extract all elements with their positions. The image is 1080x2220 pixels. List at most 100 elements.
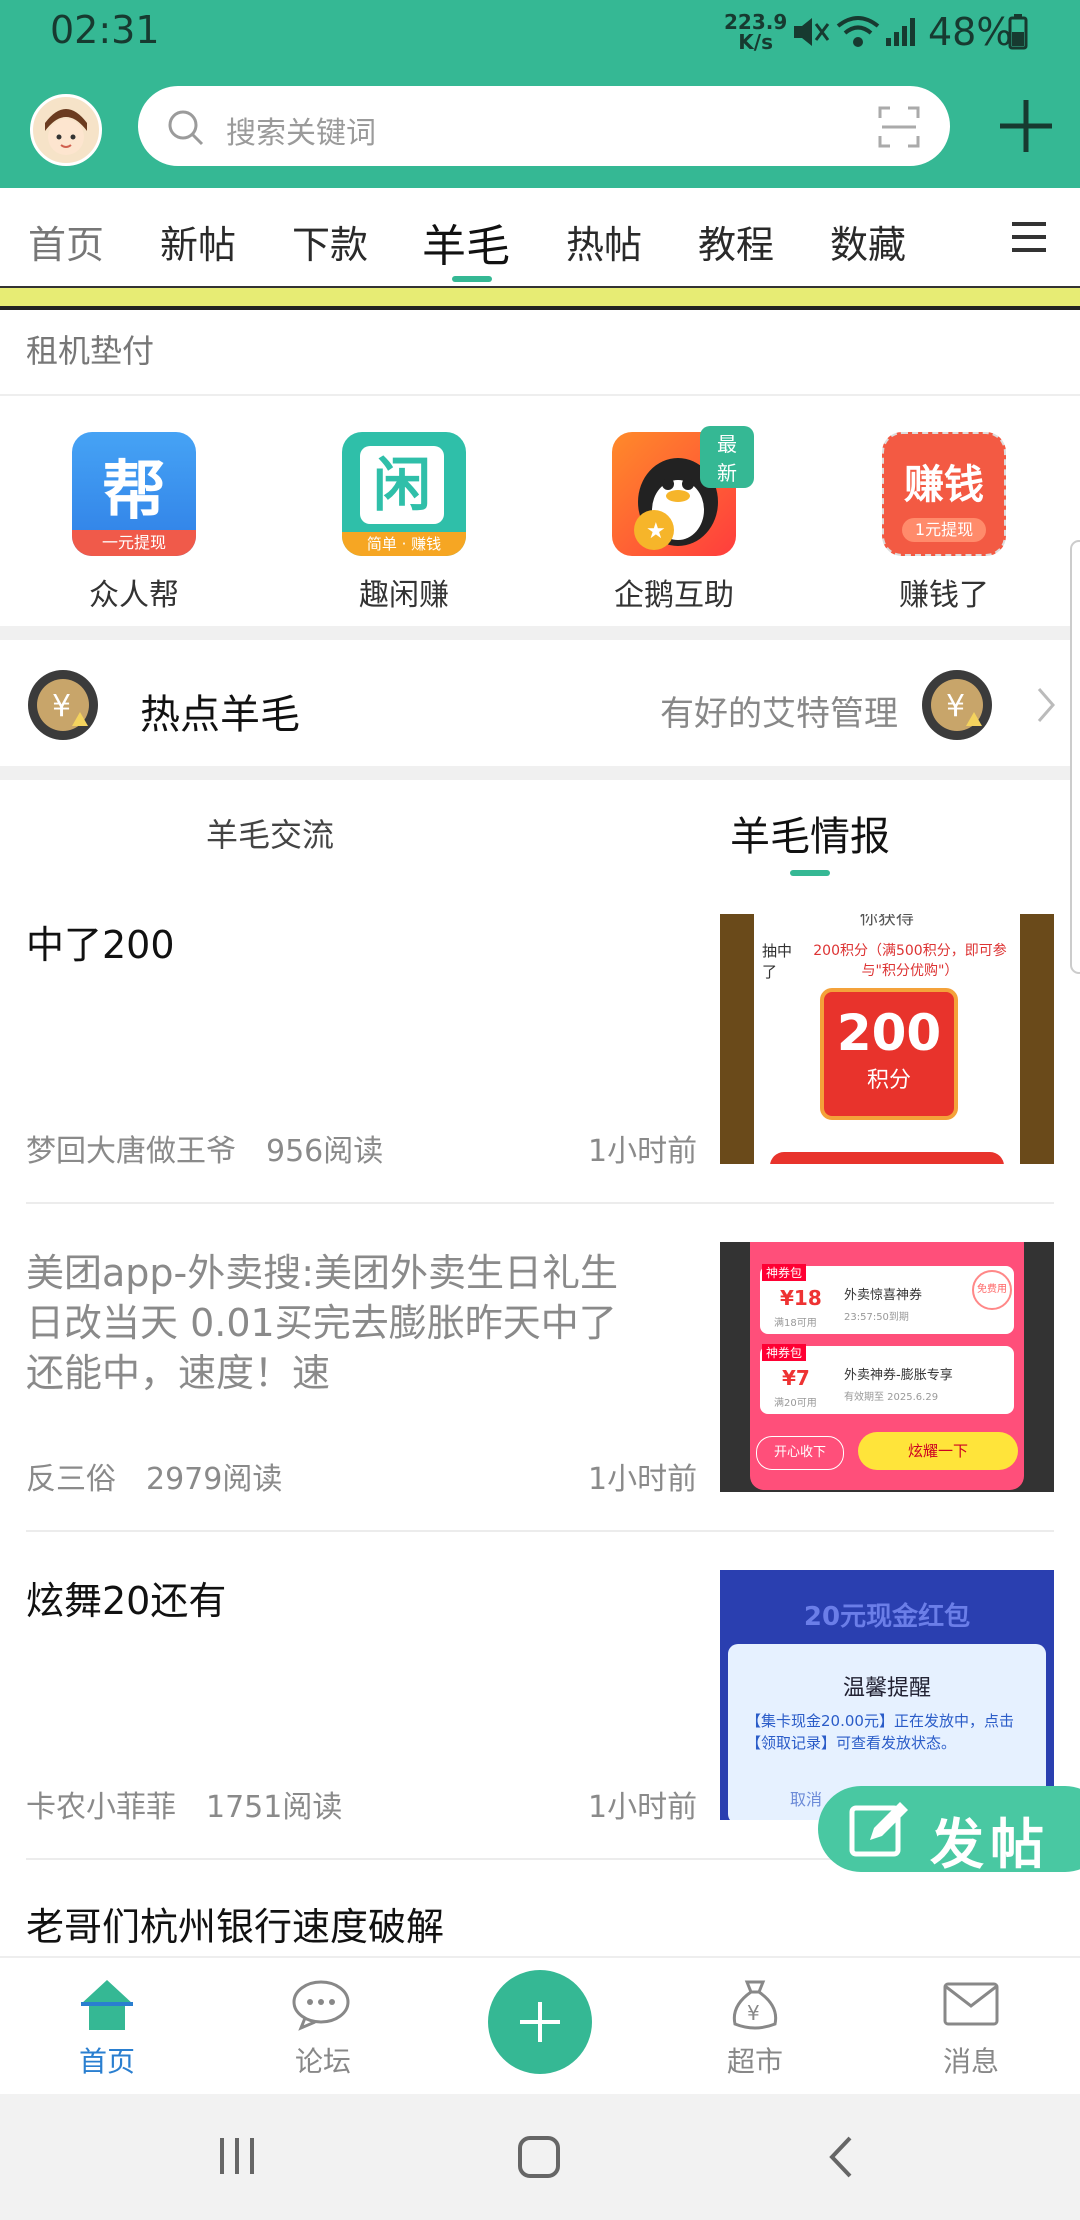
subtab-exchange[interactable]: 羊毛交流 <box>206 810 334 856</box>
scan-icon[interactable] <box>878 106 920 148</box>
app-item-zhuanqianle[interactable]: 赚钱 1元提现 赚钱了 <box>864 432 1024 614</box>
tab-tutorials[interactable]: 教程 <box>698 214 774 269</box>
app-icon-glyph: 赚钱 <box>904 462 984 508</box>
status-time: 02:31 <box>50 8 160 52</box>
nav-label: 首页 <box>78 2045 135 2078</box>
nav-messages[interactable]: 消息 <box>916 1976 1026 2080</box>
plus-icon <box>520 2002 560 2042</box>
edge-panel-handle[interactable] <box>1070 540 1080 974</box>
app-label: 赚钱了 <box>899 578 989 613</box>
coupon-tag: 神券包 <box>762 1264 807 1281</box>
edit-icon <box>849 1802 908 1857</box>
tab-home[interactable]: 首页 <box>28 214 104 269</box>
coupon-2: 神券包 ¥7 满20可用 外卖神券-膨胀专享 有效期至 2025.6.29 <box>760 1344 1014 1414</box>
coupon-share-image: 炫耀一下 <box>858 1432 1018 1470</box>
compose-post-label: 发帖 <box>930 1813 1050 1876</box>
post-reads: 2979阅读 <box>146 1462 283 1497</box>
app-item-quxianzhuan[interactable]: 闲 简单 · 赚钱 趣闲赚 <box>324 432 484 614</box>
post-thumbnail[interactable]: 你获得 抽中了 200积分（满500积分，即可参与"积分优购"） 200 积分 <box>720 914 1054 1164</box>
app-item-zhongrenbang[interactable]: 帮 一元提现 众人帮 <box>54 432 214 614</box>
recent-apps-icon[interactable] <box>216 2136 258 2176</box>
search-bar[interactable]: 搜索关键词 <box>138 86 950 166</box>
svg-text:¥: ¥ <box>946 689 965 724</box>
post-thumbnail[interactable]: 20元现金红包 温馨提醒 【集卡现金20.00元】正在发放中，点击【领取记录】可… <box>720 1570 1054 1820</box>
nav-add-button[interactable] <box>488 1970 592 2074</box>
coupon-date: 23:57:50到期 <box>844 1312 909 1323</box>
divider <box>0 394 1080 396</box>
section-gap <box>0 766 1080 780</box>
coupon-condition: 满20可用 <box>774 1398 817 1409</box>
new-badge: 最新 <box>700 426 754 488</box>
tab-collectibles[interactable]: 数藏 <box>830 214 906 269</box>
subtab-intel[interactable]: 羊毛情报 <box>730 804 890 862</box>
app-icon-quxianzhuan: 闲 简单 · 赚钱 <box>342 432 466 556</box>
network-speed-unit: K/s <box>738 30 773 54</box>
app-label: 企鹅互助 <box>614 578 734 613</box>
nav-label: 消息 <box>942 2045 999 2078</box>
tab-loans[interactable]: 下款 <box>292 214 368 269</box>
active-tab-indicator <box>452 276 492 282</box>
points-unit: 积分 <box>866 1068 911 1093</box>
post-time: 1小时前 <box>588 1790 698 1825</box>
post-thumbnail[interactable]: 神券包 ¥18 满18可用 外卖惊喜神券 23:57:50到期 免费用 神券包 … <box>720 1242 1054 1492</box>
battery-icon <box>1008 14 1028 50</box>
post-title[interactable]: 中了200 <box>26 920 626 970</box>
post-title[interactable]: 美团app-外卖搜:美团外卖生日礼生日改当天 0.01买完去膨胀昨天中了还能中，… <box>26 1248 626 1398</box>
thumb-card: 你获得 抽中了 200积分（满500积分，即可参与"积分优购"） 200 积分 <box>754 914 1020 1164</box>
nav-forum[interactable]: 论坛 <box>268 1976 378 2080</box>
search-placeholder: 搜索关键词 <box>226 116 376 151</box>
coupon-card: 神券包 ¥18 满18可用 外卖惊喜神券 23:57:50到期 免费用 神券包 … <box>750 1242 1024 1490</box>
coupon-name: 外卖惊喜神券 <box>844 1288 923 1303</box>
coupon-stamp: 免费用 <box>972 1270 1012 1310</box>
coupon-price: ¥7 <box>782 1366 810 1390</box>
search-icon <box>168 110 204 146</box>
back-icon[interactable] <box>826 2134 856 2180</box>
network-speed-value: 223.9 <box>724 10 788 34</box>
network-speed: 223.9 K/s <box>724 12 787 52</box>
post-time: 1小时前 <box>588 1462 698 1497</box>
coin-avatar: ¥ <box>28 670 98 740</box>
post-author[interactable]: 梦回大唐做王爷 <box>26 1126 236 1170</box>
coupon-tag: 神券包 <box>762 1344 807 1361</box>
thumb-banner: 20元现金红包 <box>803 1602 971 1632</box>
post-time: 1小时前 <box>588 1134 698 1169</box>
chat-icon <box>292 1980 350 2031</box>
menu-icon[interactable] <box>1010 220 1048 254</box>
tab-hot-posts[interactable]: 热帖 <box>566 214 642 269</box>
app-icon-glyph: 闲 <box>360 446 444 524</box>
coin-avatar[interactable]: ¥ <box>922 670 992 740</box>
divider <box>26 1202 1054 1204</box>
post-title[interactable]: 炫舞20还有 <box>26 1576 626 1626</box>
nav-market[interactable]: ¥ 超市 <box>700 1976 810 2080</box>
battery-percent: 48% <box>928 10 1013 54</box>
post-author[interactable]: 卡农小菲菲 <box>26 1782 176 1826</box>
tab-new-posts[interactable]: 新帖 <box>160 214 236 269</box>
chevron-right-icon[interactable] <box>1036 686 1056 724</box>
banner-strip <box>0 286 1080 310</box>
dialog-body: 【集卡现金20.00元】正在发放中，点击【领取记录】可查看发放状态。 <box>746 1712 1014 1752</box>
wifi-icon <box>836 16 880 47</box>
section-gap <box>0 626 1080 640</box>
user-avatar[interactable] <box>30 94 102 166</box>
home-icon <box>81 1980 133 2030</box>
add-icon[interactable] <box>998 98 1054 154</box>
coin-icon: ¥ <box>37 679 89 731</box>
mail-icon <box>943 1982 999 2026</box>
post-reads: 1751阅读 <box>206 1790 343 1825</box>
nav-home[interactable]: 首页 <box>52 1976 162 2080</box>
money-bag-icon: ¥ <box>732 1980 778 2030</box>
tab-wool[interactable]: 羊毛 <box>422 210 510 274</box>
app-icon-caption: 1元提现 <box>902 518 986 542</box>
compose-post-button[interactable]: 发帖 <box>818 1786 1080 1876</box>
thumb-top-text: 你获得 <box>860 914 914 929</box>
coupon-name: 外卖神券-膨胀专享 <box>844 1368 953 1383</box>
category-tabs: 首页 新帖 下款 羊毛 热帖 教程 数藏 <box>0 188 1080 288</box>
section-title: 租机垫付 <box>26 332 155 370</box>
app-icon-zhongrenbang: 帮 一元提现 <box>72 432 196 556</box>
app-item-qiehuzhu[interactable]: ★ 最新 企鹅互助 <box>594 426 754 614</box>
avatar-image <box>45 109 87 155</box>
post-title[interactable]: 老哥们杭州银行速度破解 <box>26 1902 626 1952</box>
home-button-icon[interactable] <box>516 2134 562 2180</box>
post-author[interactable]: 反三俗 <box>26 1454 116 1498</box>
hot-title[interactable]: 热点羊毛 <box>140 682 300 740</box>
